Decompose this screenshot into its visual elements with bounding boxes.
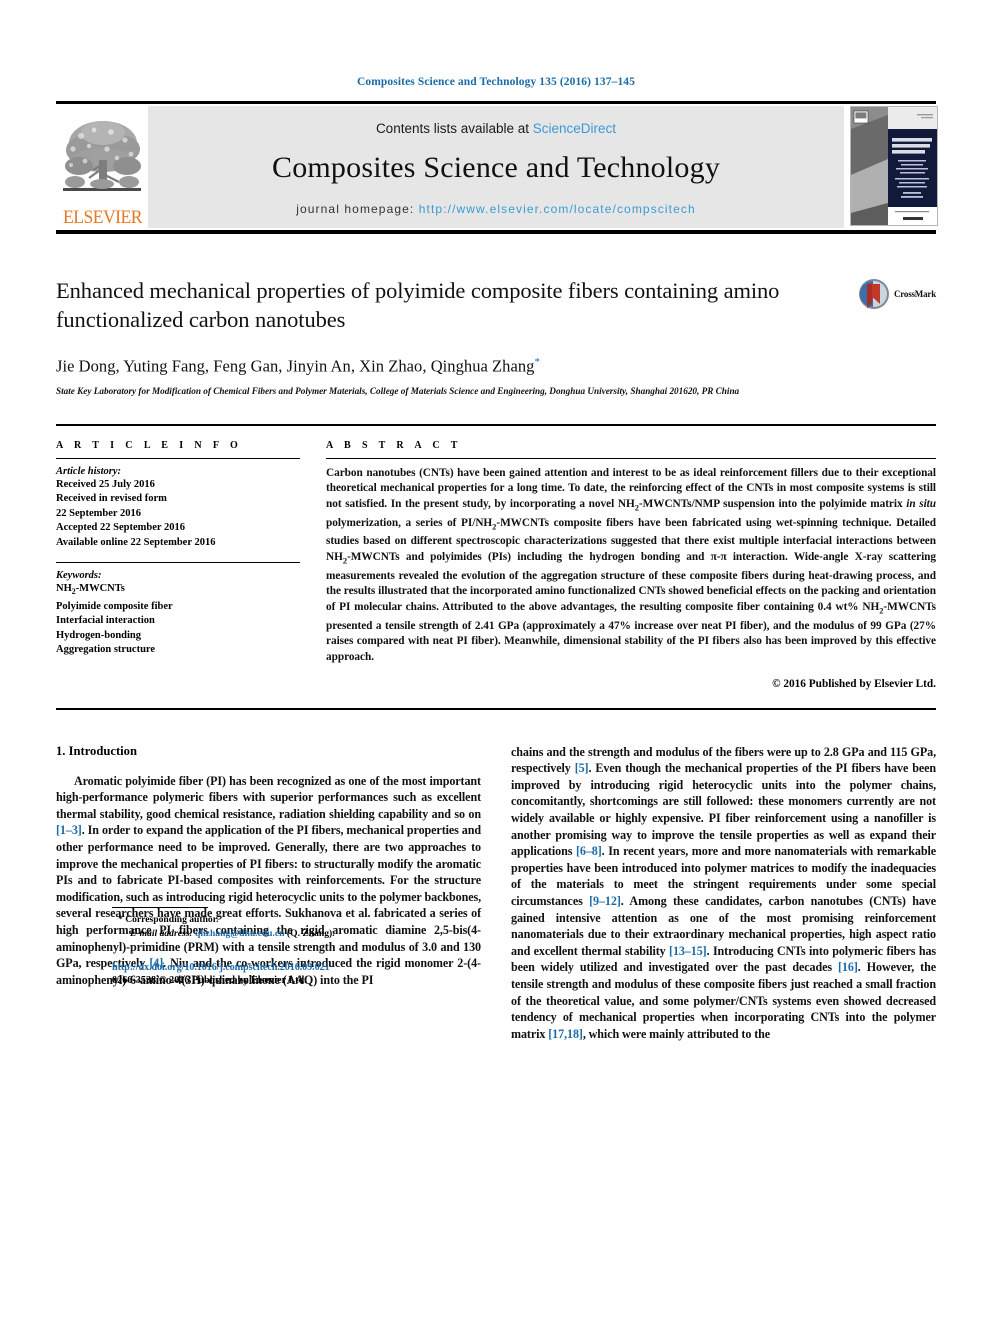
abstract-divider-bottom: [56, 707, 936, 710]
journal-title: Composites Science and Technology: [271, 150, 721, 184]
crossmark-label: CrossMark: [893, 289, 936, 299]
section-title-introduction: 1. Introduction: [56, 743, 137, 758]
article-history-label: Article history:: [56, 465, 122, 477]
journal-homepage-line: journal homepage: http://www.elsevier.co…: [296, 202, 696, 216]
keywords-label: Keywords:: [56, 570, 102, 581]
keyword-item: Interfacial interaction: [56, 615, 155, 627]
abstract-text: Carbon nanotubes (CNTs) have been gained…: [326, 466, 936, 664]
body-columns: 1. Introduction Aromatic polyimide fiber…: [56, 744, 936, 1043]
abstract-column: A B S T R A C T Carbon nanotubes (CNTs) …: [326, 440, 936, 690]
citation-link[interactable]: [16]: [838, 960, 858, 974]
keywords-rule: [56, 562, 300, 563]
elsevier-tree-icon: [63, 121, 141, 191]
sciencedirect-link[interactable]: ScienceDirect: [533, 121, 616, 136]
footnote-rule: [112, 907, 208, 909]
contents-prefix: Contents lists available at: [375, 120, 533, 136]
issn-copyright-line: 0266-3538/© 2016 Published by Elsevier L…: [112, 975, 307, 987]
abstract-copyright: © 2016 Published by Elsevier Ltd.: [772, 677, 936, 690]
crossmark-icon: [858, 279, 889, 309]
elsevier-logo: ELSEVIER: [56, 104, 148, 230]
affiliation: State Key Laboratory for Modification of…: [56, 385, 740, 396]
masthead-center-panel: Contents lists available at ScienceDirec…: [148, 106, 844, 228]
article-info-column: A R T I C L E I N F O Article history: R…: [56, 440, 300, 690]
article-page: Composites Science and Technology 135 (2…: [0, 0, 992, 1323]
article-info-heading: A R T I C L E I N F O: [56, 439, 243, 451]
journal-cover-thumbnail[interactable]: [844, 104, 938, 230]
corresponding-author-marker: *: [534, 356, 541, 368]
latin-phrase: in situ: [906, 497, 936, 510]
journal-homepage-link[interactable]: http://www.elsevier.com/locate/compscite…: [419, 202, 696, 216]
citation-link[interactable]: [6–8]: [576, 844, 602, 858]
article-info-rule: [56, 457, 300, 459]
citation-link[interactable]: [5]: [575, 761, 589, 775]
email-link[interactable]: qhzhang@dhu.edu.cn: [195, 928, 284, 939]
abstract-heading: A B S T R A C T: [326, 439, 462, 451]
intro-paragraph-right: chains and the strength and modulus of t…: [511, 744, 937, 1041]
email-owner: (Q. Zhang).: [286, 927, 335, 939]
doi-block: http://dx.doi.org/10.1016/j.compscitech.…: [112, 962, 537, 986]
body-left-column: 1. Introduction Aromatic polyimide fiber…: [56, 744, 481, 1043]
footnote-block: * Corresponding author. E-mail address: …: [112, 907, 537, 986]
body-right-column: chains and the strength and modulus of t…: [511, 744, 936, 1043]
history-item: Accepted 22 September 2016: [56, 522, 185, 533]
info-abstract-region: A R T I C L E I N F O Article history: R…: [56, 426, 936, 690]
doi-link[interactable]: http://dx.doi.org/10.1016/j.compscitech.…: [112, 962, 537, 973]
email-note: E-mail address: qhzhang@dhu.edu.cn (Q. Z…: [112, 927, 537, 941]
author-names: Jie Dong, Yuting Fang, Feng Gan, Jinyin …: [56, 356, 535, 376]
homepage-prefix: journal homepage:: [296, 201, 419, 216]
footnote-marker: *: [118, 914, 123, 926]
history-item: 22 September 2016: [56, 507, 141, 519]
contents-available-line: Contents lists available at ScienceDirec…: [376, 121, 616, 136]
corresponding-author-label: Corresponding author.: [125, 914, 219, 926]
history-item: Received 25 July 2016: [56, 478, 155, 490]
keyword-item: Polyimide composite fiber: [56, 600, 173, 612]
keyword-item: NH2-MWCNTs: [56, 583, 125, 597]
history-item: Available online 22 September 2016: [56, 536, 216, 548]
email-label: E-mail address:: [130, 927, 193, 939]
author-list: Jie Dong, Yuting Fang, Feng Gan, Jinyin …: [56, 356, 826, 377]
history-item: Received in revised form: [56, 493, 167, 504]
cover-image: [850, 106, 938, 226]
page-title: Enhanced mechanical properties of polyim…: [56, 278, 780, 332]
abstract-rule: [326, 457, 936, 459]
corresponding-author-note: * Corresponding author.: [112, 913, 537, 927]
crossmark-badge[interactable]: CrossMark: [858, 278, 936, 310]
running-head: Composites Science and Technology 135 (2…: [356, 76, 636, 88]
keyword-item: Hydrogen-bonding: [56, 629, 141, 641]
citation-link[interactable]: [9–12]: [589, 894, 621, 908]
citation-link[interactable]: [17,18]: [548, 1027, 583, 1041]
citation-link[interactable]: [13–15]: [669, 944, 707, 958]
citation-link[interactable]: [1–3]: [56, 823, 82, 837]
keyword-item: Aggregation structure: [56, 644, 156, 656]
elsevier-wordmark: ELSEVIER: [62, 207, 143, 228]
title-block: Enhanced mechanical properties of polyim…: [56, 276, 936, 398]
journal-masthead: ELSEVIER Contents lists available at Sci…: [56, 101, 938, 234]
